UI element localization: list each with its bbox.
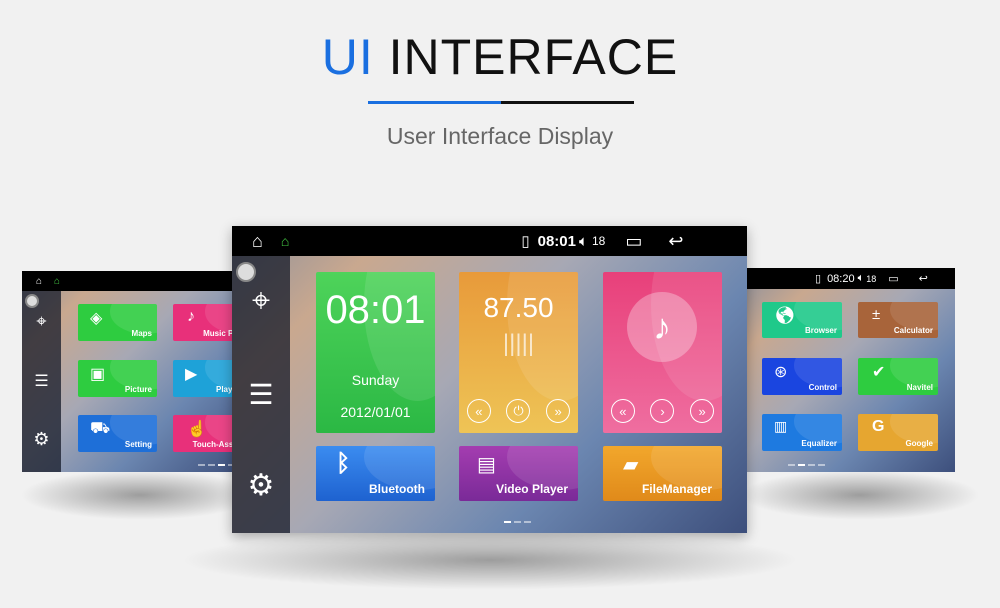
app-label: Bluetooth [369,482,425,496]
app-label: Equalizer [801,439,837,448]
previous-icon[interactable]: « [610,399,635,423]
float-button[interactable] [25,294,39,308]
app-equalizer[interactable]: ▥ Equalizer [762,414,842,451]
app-label: Navitel [906,383,933,392]
app-control[interactable]: ⊛ Control [762,358,842,395]
steering-wheel-icon: ⊛ [774,364,788,381]
right-screen: ▯ 08:20 🔈︎ 18 ▭ ↩ 🌎︎ Browser ± Calculator … [745,268,955,472]
clock-day: Sunday [351,372,400,388]
subtitle: User Interface Display [386,123,614,149]
next-icon[interactable]: » [690,399,715,423]
app-file-manager[interactable]: ▰ FileManager [603,446,722,501]
app-label: Video Player [496,482,568,496]
maps-icon: ◈ [90,310,103,327]
radio-frequency: 87.50 [483,292,554,323]
app-label: FileManager [641,482,712,496]
page-indicator [788,464,825,466]
left-screen: ⌂ ⌂ ⌖ ☰ ⚙ ◈ Maps ♪ Music Pla ▣ Picture ▶ Pla… [22,271,242,472]
sidebar: ⌖ ☰ ⚙ [232,256,290,533]
location-icon[interactable]: ⌖ [232,282,290,320]
navitel-icon: ✔ [872,364,886,381]
recent-apps-icon[interactable]: ▭ [888,272,898,285]
app-google[interactable]: G Google [858,414,938,451]
sliders-icon[interactable]: ☰ [22,371,61,391]
seek-forward-icon[interactable]: » [546,399,571,423]
settings-icon[interactable]: ⚙ [232,468,290,503]
film-icon: ▤ [477,454,496,476]
app-calculator[interactable]: ± Calculator [858,302,938,338]
sliders-icon[interactable]: ☰ [232,378,290,411]
app-label: Calculator [893,326,933,335]
app-label: Picture [124,385,152,394]
settings-icon[interactable]: ⚙ [22,429,61,450]
seek-back-icon[interactable]: « [466,399,491,423]
volume-level: 18 [866,273,877,284]
sidebar: ⌖ ☰ ⚙ [22,291,61,472]
app-setting[interactable]: ⛟ Setting [78,415,157,452]
app-navitel[interactable]: ✔ Navitel [858,358,938,395]
main-screen: ⌂ ⌂ ▯ 08:01 🔈︎ 18 ▭ ↩ ⌖ ☰ ⚙ 08:01 Sunday… [232,226,747,533]
page-title: UI INTERFACE [0,28,1000,86]
app-label: Google [905,439,933,448]
title-underline-black [501,101,634,104]
title-rest: INTERFACE [373,29,679,85]
shadow [740,470,980,520]
shadow [180,530,800,590]
music-icon: ♪ [627,292,697,362]
recent-apps-icon[interactable]: ▭ [625,231,642,252]
power-icon[interactable]: ⏻ [506,399,531,423]
waveform-icon: ||||| [502,330,535,357]
back-icon[interactable]: ↩ [668,231,683,252]
page-indicator [198,464,235,466]
app-label: Setting [124,440,152,449]
volume-level: 18 [592,234,606,248]
page-indicator [504,521,531,523]
back-icon[interactable]: ↩ [919,272,928,285]
app-browser[interactable]: 🌎︎ Browser [762,302,842,338]
float-button[interactable] [236,262,256,282]
touch-icon: ☝ [187,421,207,438]
app-maps[interactable]: ◈ Maps [78,304,157,341]
clock-date: 2012/01/01 [340,404,411,420]
equalizer-icon: ▥ [774,418,788,434]
status-bar: ⌂ ⌂ [22,271,242,291]
google-icon: G [872,418,885,435]
status-bar: ⌂ ⌂ ▯ 08:01 🔈︎ 18 ▭ ↩ [232,226,747,256]
app-bluetooth[interactable]: ᛒ Bluetooth [316,446,435,501]
app-video-player[interactable]: ▤ Video Player [459,446,578,501]
clock-time: 08:01 [325,288,426,332]
play-icon[interactable]: › [650,399,675,423]
sim-icon: ▯ [521,233,530,250]
title-underline-blue [368,101,501,104]
home-icon[interactable]: ⌂ [54,276,60,287]
volume-icon[interactable]: 🔈︎ [579,233,588,250]
folder-icon: ▰ [623,454,639,476]
volume-icon[interactable]: 🔈︎ [858,272,865,285]
clock-widget[interactable]: 08:01 Sunday 2012/01/01 [316,272,435,433]
shadow [20,470,260,520]
globe-icon: 🌎︎ [774,306,796,325]
music-icon: ♪ [187,308,195,325]
app-label: Control [808,383,837,392]
bluetooth-icon: ᛒ [336,450,351,477]
status-bar: ▯ 08:20 🔈︎ 18 ▭ ↩ [745,268,955,289]
play-store-icon: ▶ [185,366,198,383]
clock-text: 08:20 [827,272,855,285]
app-label: Browser [804,326,837,335]
sim-icon: ▯ [815,273,822,285]
car-setting-icon: ⛟ [90,420,111,437]
clock-text: 08:01 [537,232,576,250]
home-outline-icon[interactable]: ⌂ [36,276,42,287]
title-accent: UI [321,29,374,85]
picture-icon: ▣ [90,366,106,383]
app-picture[interactable]: ▣ Picture [78,360,157,397]
home-icon[interactable]: ⌂ [281,233,289,249]
radio-widget[interactable]: 87.50 ||||| « ⏻ » [459,272,578,433]
home-outline-icon[interactable]: ⌂ [252,231,263,252]
location-icon[interactable]: ⌖ [22,311,61,332]
app-label: Maps [131,329,152,338]
music-widget[interactable]: ♪ « › » [603,272,722,433]
calculator-icon: ± [872,306,881,323]
